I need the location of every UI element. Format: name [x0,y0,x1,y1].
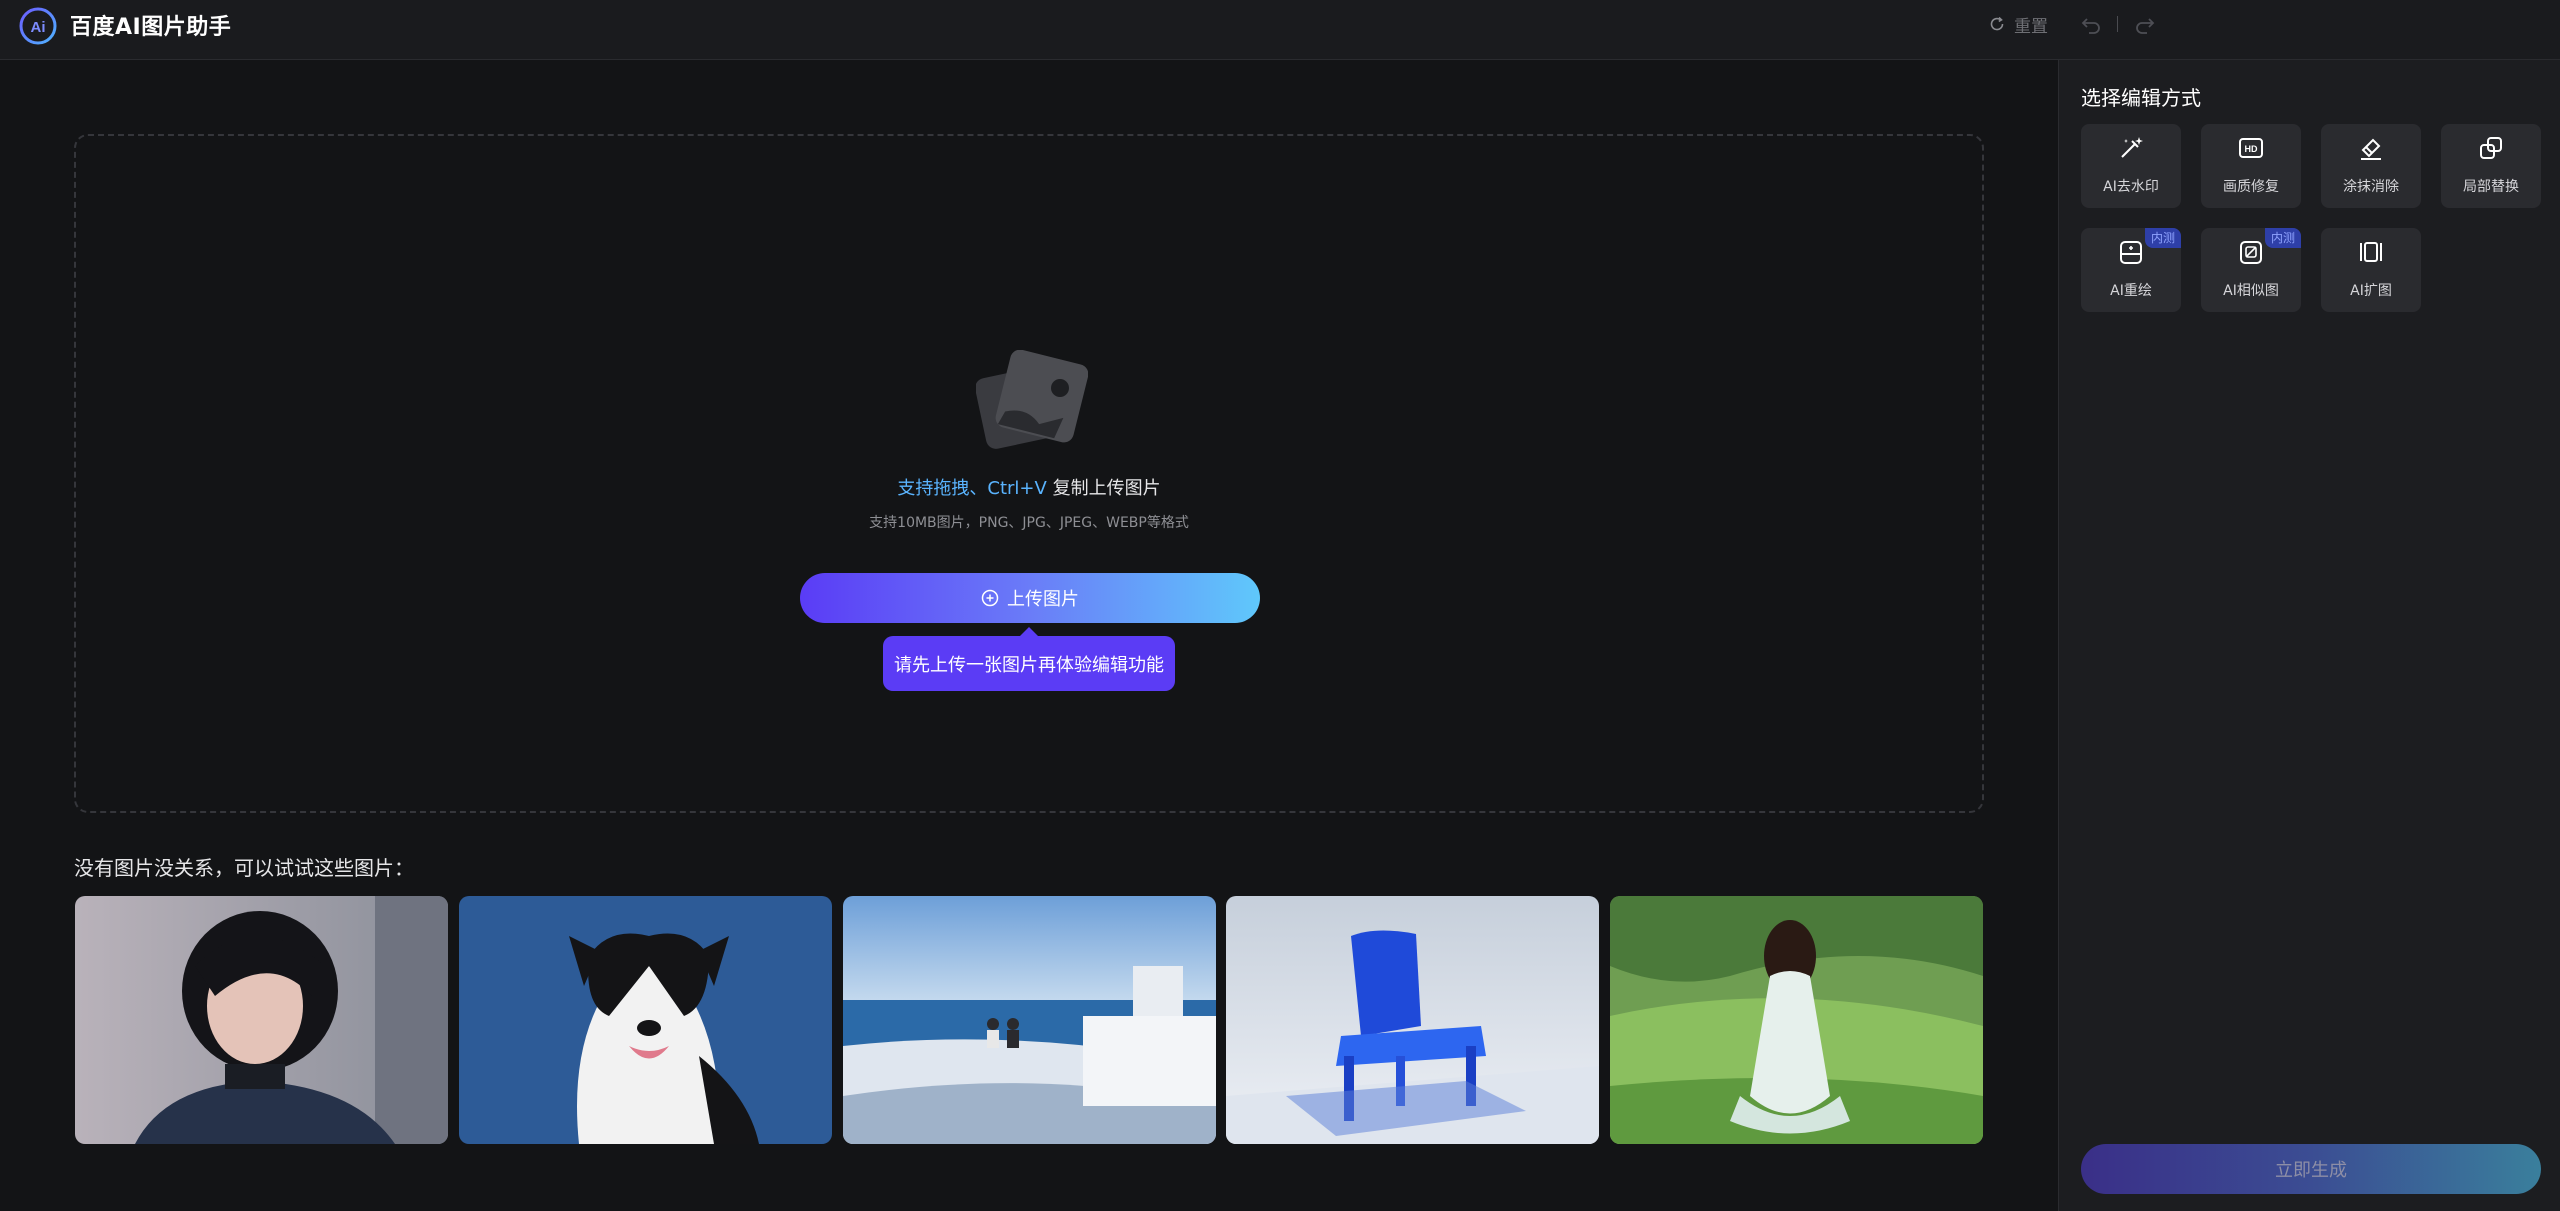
svg-text:HD: HD [2245,144,2258,154]
tool-label: 画质修复 [2223,179,2279,195]
reset-label: 重置 [2014,16,2048,37]
panel-title: 选择编辑方式 [2081,86,2201,110]
generate-button[interactable]: 立即生成 [2081,1144,2541,1194]
sample-image-portrait[interactable] [75,896,448,1144]
tool-ai-expand[interactable]: AI扩图 [2321,228,2421,312]
top-bar: Ai 百度AI图片助手 重置 [0,0,2560,60]
upload-hint: 支持拖拽、Ctrl+V 复制上传图片 [0,474,2058,500]
plus-circle-icon [981,589,999,607]
hd-icon: HD [2239,138,2263,158]
eraser-icon [2361,138,2381,160]
similar-image-icon [2240,241,2262,264]
upload-hint-text: 复制上传图片 [1046,478,1161,499]
tool-partial-replace[interactable]: 局部替换 [2441,124,2541,208]
samples-title: 没有图片没关系，可以试试这些图片： [74,856,414,880]
upload-hint-highlight: 支持拖拽、Ctrl+V [897,478,1047,499]
svg-text:Ai: Ai [31,19,46,36]
tool-label: 涂抹消除 [2343,179,2399,195]
reset-button[interactable]: 重置 [1988,12,2048,37]
sample-image-dog[interactable] [459,896,832,1144]
tool-quality-repair[interactable]: HD 画质修复 [2201,124,2301,208]
tool-label: AI扩图 [2350,283,2392,299]
tool-label: AI重绘 [2110,283,2152,299]
beta-badge: 内测 [2144,228,2181,248]
redraw-icon [2120,241,2142,264]
edit-panel: 选择编辑方式 AI去水印 HD 画质修复 涂抹消除 局部替换 AI重绘 内测 A… [2058,60,2560,1211]
app-title: 百度AI图片助手 [70,15,232,40]
upload-image-button[interactable]: 上传图片 [800,573,1260,623]
tool-label: AI相似图 [2223,283,2279,299]
tool-label: AI去水印 [2103,179,2159,195]
portrait-image [75,896,448,1144]
format-hint: 支持10MB图片，PNG、JPG、JPEG、WEBP等格式 [869,515,1189,531]
sample-image-meadow[interactable] [1610,896,1983,1144]
magic-wand-icon [2121,137,2143,158]
expand-icon [2360,242,2382,262]
undo-icon[interactable] [2080,13,2102,35]
sample-image-chair[interactable] [1226,896,1599,1144]
upload-button-label: 上传图片 [1007,589,1079,610]
refresh-icon [1990,16,2004,31]
upload-tooltip: 请先上传一张图片再体验编辑功能 [883,627,1175,691]
dog-image [459,896,832,1144]
seaside-image [843,896,1216,1144]
toolbar-divider [2117,16,2118,32]
image-placeholder-icon [976,350,1088,449]
tool-label: 局部替换 [2463,179,2519,195]
meadow-girl-image [1610,896,1983,1144]
ai-logo-icon[interactable]: Ai [18,6,58,46]
beta-badge: 内测 [2264,228,2301,248]
redo-icon[interactable] [2134,13,2156,35]
tool-ai-redraw[interactable]: AI重绘 内测 [2081,228,2181,312]
tool-smudge-erase[interactable]: 涂抹消除 [2321,124,2421,208]
blue-chair-image [1226,896,1599,1144]
tool-ai-similar-image[interactable]: AI相似图 内测 [2201,228,2301,312]
sample-image-seaside[interactable] [843,896,1216,1144]
replace-icon [2480,137,2502,159]
tool-ai-watermark-removal[interactable]: AI去水印 [2081,124,2181,208]
